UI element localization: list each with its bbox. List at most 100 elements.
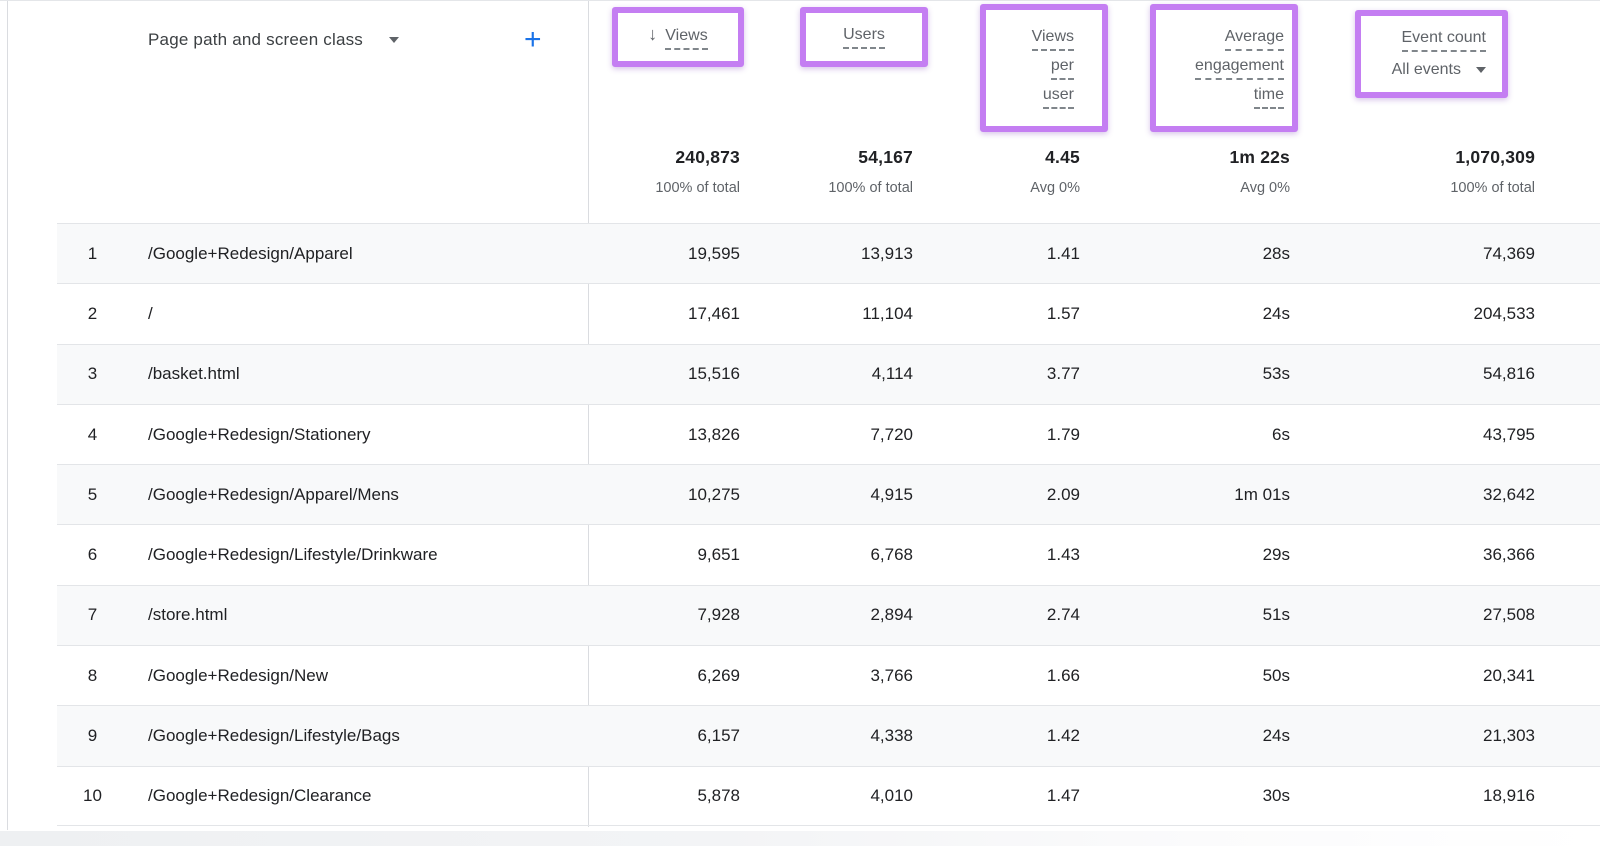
row-avg-engagement-time: 51s	[1080, 605, 1290, 625]
row-users: 11,104	[740, 304, 913, 324]
column-header-views-label[interactable]: Views	[665, 27, 707, 50]
row-users: 2,894	[740, 605, 913, 625]
row-event-count: 20,341	[1290, 666, 1535, 686]
row-users: 4,114	[740, 364, 913, 384]
column-header-users[interactable]: Users	[843, 26, 885, 49]
table-row: 9 /Google+Redesign/Lifestyle/Bags 6,157 …	[57, 705, 1600, 765]
column-header-avg-engagement-line1[interactable]: Average	[1225, 28, 1284, 51]
row-page-path: /Google+Redesign/Apparel	[148, 244, 588, 264]
row-views: 7,928	[588, 605, 740, 625]
table-row: 3 /basket.html 15,516 4,114 3.77 53s 54,…	[57, 344, 1600, 404]
highlight-box-views-per-user: Views per user	[980, 4, 1108, 132]
row-views: 6,157	[588, 726, 740, 746]
row-event-count: 32,642	[1290, 485, 1535, 505]
row-event-count: 54,816	[1290, 364, 1535, 384]
row-views-per-user: 1.79	[913, 425, 1080, 445]
row-page-path: /Google+Redesign/Lifestyle/Drinkware	[148, 545, 588, 565]
row-avg-engagement-time: 50s	[1080, 666, 1290, 686]
row-rank: 1	[57, 244, 148, 264]
row-page-path: /Google+Redesign/Apparel/Mens	[148, 485, 588, 505]
add-dimension-button[interactable]: +	[524, 22, 542, 58]
table-body: 1 /Google+Redesign/Apparel 19,595 13,913…	[57, 223, 1600, 826]
row-views: 5,878	[588, 786, 740, 806]
row-page-path: /store.html	[148, 605, 588, 625]
row-event-count: 74,369	[1290, 244, 1535, 264]
left-divider	[7, 1, 8, 830]
row-avg-engagement-time: 30s	[1080, 786, 1290, 806]
row-avg-engagement-time: 6s	[1080, 425, 1290, 445]
table-row: 5 /Google+Redesign/Apparel/Mens 10,275 4…	[57, 464, 1600, 524]
row-views-per-user: 3.77	[913, 364, 1080, 384]
column-header-avg-engagement-line3[interactable]: time	[1254, 86, 1284, 109]
column-header-views-per-user-line2[interactable]: per	[1051, 57, 1074, 80]
highlight-box-views: ↓ Views	[612, 7, 744, 67]
row-users: 4,915	[740, 485, 913, 505]
row-users: 4,010	[740, 786, 913, 806]
row-rank: 3	[57, 364, 148, 384]
row-views: 19,595	[588, 244, 740, 264]
table-row: 1 /Google+Redesign/Apparel 19,595 13,913…	[57, 223, 1600, 283]
column-header-event-count[interactable]: Event count	[1402, 29, 1487, 52]
row-views-per-user: 1.42	[913, 726, 1080, 746]
row-page-path: /	[148, 304, 588, 324]
total-avg-engagement-time: 1m 22s Avg 0%	[1080, 146, 1290, 196]
row-views: 15,516	[588, 364, 740, 384]
row-event-count: 204,533	[1290, 304, 1535, 324]
row-avg-engagement-time: 29s	[1080, 545, 1290, 565]
row-event-count: 18,916	[1290, 786, 1535, 806]
total-views-per-user: 4.45 Avg 0%	[913, 146, 1080, 196]
row-views-per-user: 1.43	[913, 545, 1080, 565]
row-avg-engagement-time: 28s	[1080, 244, 1290, 264]
dimension-header: Page path and screen class	[148, 24, 399, 56]
total-users: 54,167 100% of total	[740, 146, 913, 196]
row-views: 9,651	[588, 545, 740, 565]
row-page-path: /basket.html	[148, 364, 588, 384]
row-views: 17,461	[588, 304, 740, 324]
chevron-down-icon[interactable]	[389, 37, 399, 43]
highlight-box-event-count: Event count All events	[1355, 10, 1508, 98]
row-rank: 2	[57, 304, 148, 324]
sort-descending-icon[interactable]: ↓	[648, 24, 657, 44]
row-avg-engagement-time: 1m 01s	[1080, 485, 1290, 505]
row-avg-engagement-time: 53s	[1080, 364, 1290, 384]
row-views-per-user: 2.09	[913, 485, 1080, 505]
column-header-views-per-user-line3[interactable]: user	[1043, 86, 1074, 109]
column-header-views-per-user-line1[interactable]: Views	[1032, 28, 1074, 51]
dimension-label[interactable]: Page path and screen class	[148, 30, 363, 50]
event-scope-selector[interactable]: All events	[1392, 61, 1486, 79]
row-views-per-user: 2.74	[913, 605, 1080, 625]
column-header-views[interactable]: ↓ Views	[648, 24, 707, 50]
event-scope-value[interactable]: All events	[1392, 61, 1461, 79]
row-rank: 7	[57, 605, 148, 625]
totals-row: 240,873 100% of total 54,167 100% of tot…	[57, 146, 1600, 196]
table-row: 10 /Google+Redesign/Clearance 5,878 4,01…	[57, 766, 1600, 826]
highlight-box-users: Users	[800, 7, 928, 67]
row-views: 13,826	[588, 425, 740, 445]
row-event-count: 43,795	[1290, 425, 1535, 445]
row-users: 7,720	[740, 425, 913, 445]
horizontal-scroll-area[interactable]	[0, 831, 1600, 846]
total-event-count: 1,070,309 100% of total	[1290, 146, 1535, 196]
column-header-avg-engagement-line2[interactable]: engagement	[1195, 57, 1284, 80]
highlight-box-avg-engagement-time: Average engagement time	[1150, 4, 1298, 132]
row-event-count: 21,303	[1290, 726, 1535, 746]
row-page-path: /Google+Redesign/Stationery	[148, 425, 588, 445]
row-event-count: 27,508	[1290, 605, 1535, 625]
chevron-down-icon[interactable]	[1476, 67, 1486, 73]
row-rank: 9	[57, 726, 148, 746]
row-rank: 5	[57, 485, 148, 505]
row-rank: 4	[57, 425, 148, 445]
table-row: 8 /Google+Redesign/New 6,269 3,766 1.66 …	[57, 645, 1600, 705]
row-views-per-user: 1.41	[913, 244, 1080, 264]
analytics-pages-report: Page path and screen class + ↓ Views User…	[0, 0, 1600, 846]
row-views-per-user: 1.47	[913, 786, 1080, 806]
table-row: 7 /store.html 7,928 2,894 2.74 51s 27,50…	[57, 585, 1600, 645]
top-divider	[0, 0, 1600, 1]
row-views-per-user: 1.66	[913, 666, 1080, 686]
row-avg-engagement-time: 24s	[1080, 304, 1290, 324]
table-row: 2 / 17,461 11,104 1.57 24s 204,533	[57, 283, 1600, 343]
row-users: 13,913	[740, 244, 913, 264]
row-views: 6,269	[588, 666, 740, 686]
row-views-per-user: 1.57	[913, 304, 1080, 324]
total-views: 240,873 100% of total	[588, 146, 740, 196]
